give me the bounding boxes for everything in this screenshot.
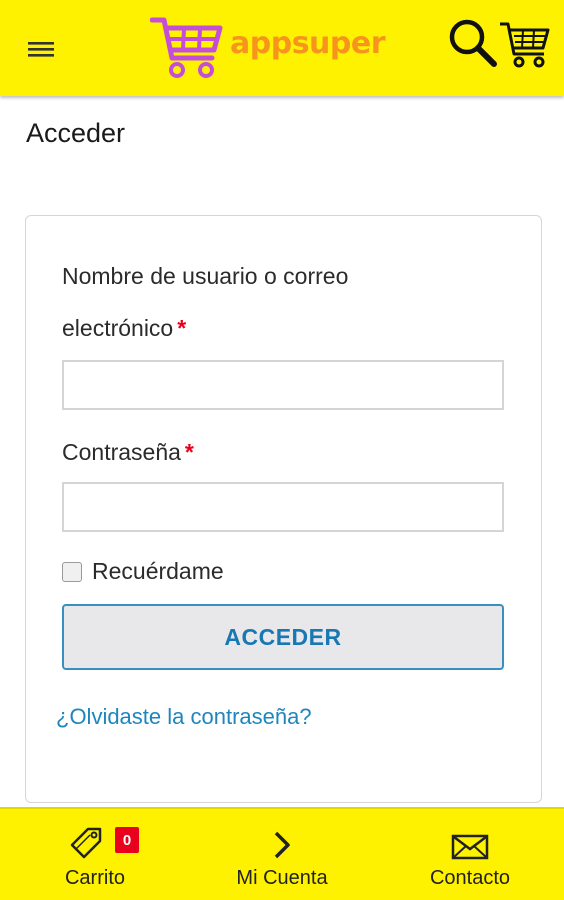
login-submit-button[interactable]: ACCEDER (62, 604, 504, 670)
cart-button[interactable] (498, 18, 552, 72)
remember-me-label[interactable]: Recuérdame (92, 558, 224, 585)
nav-icon-wrap (451, 809, 489, 861)
required-asterisk: * (184, 439, 194, 465)
remember-me-checkbox[interactable] (62, 561, 82, 582)
nav-item-carrito[interactable]: 0 Carrito (40, 809, 150, 900)
required-asterisk: * (177, 315, 187, 341)
password-label-text: Contraseña (62, 439, 181, 465)
brand-logo[interactable]: appsuper (150, 14, 386, 80)
tag-icon (70, 827, 102, 859)
cart-logo-icon (150, 17, 223, 78)
username-label-line2: electrónico (62, 315, 174, 341)
login-form-card: Nombre de usuario o correo electrónico * … (25, 215, 542, 803)
nav-icon-wrap (270, 809, 294, 861)
chevron-right-icon (274, 831, 290, 859)
brand-name: appsuper (230, 25, 386, 61)
cart-icon (500, 22, 550, 68)
menu-icon (28, 42, 54, 57)
username-label-line1: Nombre de usuario o correo (62, 263, 349, 289)
username-input[interactable] (62, 360, 504, 410)
nav-icon-wrap: 0 (40, 809, 150, 861)
nav-item-contacto[interactable]: Contacto (415, 809, 525, 900)
cart-count-badge: 0 (115, 827, 139, 853)
search-button[interactable] (446, 16, 500, 70)
password-input[interactable] (62, 482, 504, 532)
nav-label-mi-cuenta: Mi Cuenta (236, 867, 328, 889)
bottom-navigation: 0 Carrito Mi Cuenta Contacto (0, 807, 564, 900)
remember-me-row[interactable]: Recuérdame (62, 558, 224, 585)
app-header: appsuper (0, 0, 564, 96)
nav-label-carrito: Carrito (64, 867, 125, 889)
username-label: Nombre de usuario o correo (62, 250, 348, 302)
username-label-second-line: electrónico * (62, 302, 186, 354)
envelope-icon (451, 834, 489, 860)
nav-item-mi-cuenta[interactable]: Mi Cuenta (222, 809, 342, 900)
password-label: Contraseña * (62, 426, 194, 478)
search-icon (449, 19, 497, 67)
forgot-password-link[interactable]: ¿Olvidaste la contraseña? (56, 704, 312, 730)
page-title: Acceder (26, 118, 126, 148)
menu-button[interactable] (26, 38, 62, 66)
nav-label-contacto: Contacto (429, 867, 511, 889)
